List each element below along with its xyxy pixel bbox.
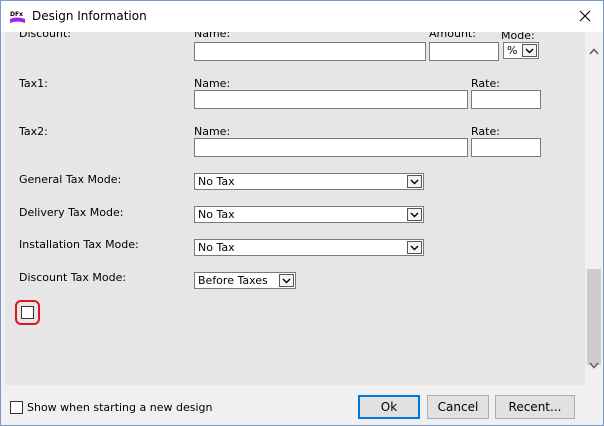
dfx-app-icon: DFx [9,8,26,25]
chevron-up-icon[interactable] [587,44,601,60]
tax2-name-label: Name: [194,125,231,138]
discount-name-label: Name: [194,32,231,40]
design-information-dialog: DFx Design Information Discount: Name: A… [0,0,604,426]
tax2-label: Tax2: [19,125,48,138]
close-icon[interactable] [579,10,591,22]
chevron-down-icon[interactable] [587,357,601,373]
tax1-name-input[interactable] [194,90,468,109]
show-on-start-checkbox[interactable] [10,401,23,414]
tax2-rate-label: Rate: [471,125,500,138]
discount-name-input[interactable] [194,42,426,61]
close-button[interactable] [570,3,600,29]
chevron-down-icon[interactable] [407,175,422,188]
tax1-rate-label: Rate: [471,77,500,90]
tax2-name-input[interactable] [194,138,468,157]
scrollbar-thumb[interactable] [587,269,601,365]
chevron-down-icon[interactable] [279,274,294,287]
installation-tax-mode-value: No Tax [198,241,235,254]
window-title: Design Information [32,9,147,23]
delivery-tax-mode-select[interactable]: No Tax [194,206,424,223]
chevron-down-icon[interactable] [407,241,422,254]
chevron-down-icon[interactable] [407,208,422,221]
discount-amount-input[interactable] [429,42,499,61]
general-tax-mode-value: No Tax [198,175,235,188]
discount-mode-value: % [507,44,518,57]
installation-tax-mode-label: Installation Tax Mode: [19,238,139,251]
scroll-up-button[interactable] [587,44,601,60]
chevron-down-icon[interactable] [522,44,537,57]
dialog-footer: Show when starting a new design Ok Cance… [1,385,603,425]
show-on-start-label[interactable]: Show when starting a new design [27,401,212,414]
title-bar: DFx Design Information [1,1,603,32]
discount-tax-mode-label: Discount Tax Mode: [19,271,127,284]
recent-button[interactable]: Recent... [495,395,575,419]
discount-label: Discount: [19,32,71,40]
tax1-name-label: Name: [194,77,231,90]
discount-mode-select[interactable]: % [503,42,539,59]
svg-text:DFx: DFx [10,11,23,18]
vertical-scrollbar[interactable] [585,32,603,385]
ok-button[interactable]: Ok [358,395,420,419]
scrollable-form-area: Discount: Name: Amount: Mode: % Tax1: Na… [5,32,585,385]
discount-mode-label: Mode: [501,32,535,42]
tax2-rate-input[interactable] [471,138,541,157]
delivery-tax-mode-label: Delivery Tax Mode: [19,206,124,219]
scroll-down-button[interactable] [587,357,601,373]
unlabeled-checkbox[interactable] [21,306,34,319]
installation-tax-mode-select[interactable]: No Tax [194,239,424,256]
discount-tax-mode-select[interactable]: Before Taxes [194,272,296,289]
general-tax-mode-label: General Tax Mode: [19,173,122,186]
discount-amount-label: Amount: [429,32,476,40]
delivery-tax-mode-value: No Tax [198,208,235,221]
cancel-button[interactable]: Cancel [427,395,489,419]
discount-tax-mode-value: Before Taxes [198,274,268,287]
general-tax-mode-select[interactable]: No Tax [194,173,424,190]
tax1-label: Tax1: [19,77,48,90]
tax1-rate-input[interactable] [471,90,541,109]
